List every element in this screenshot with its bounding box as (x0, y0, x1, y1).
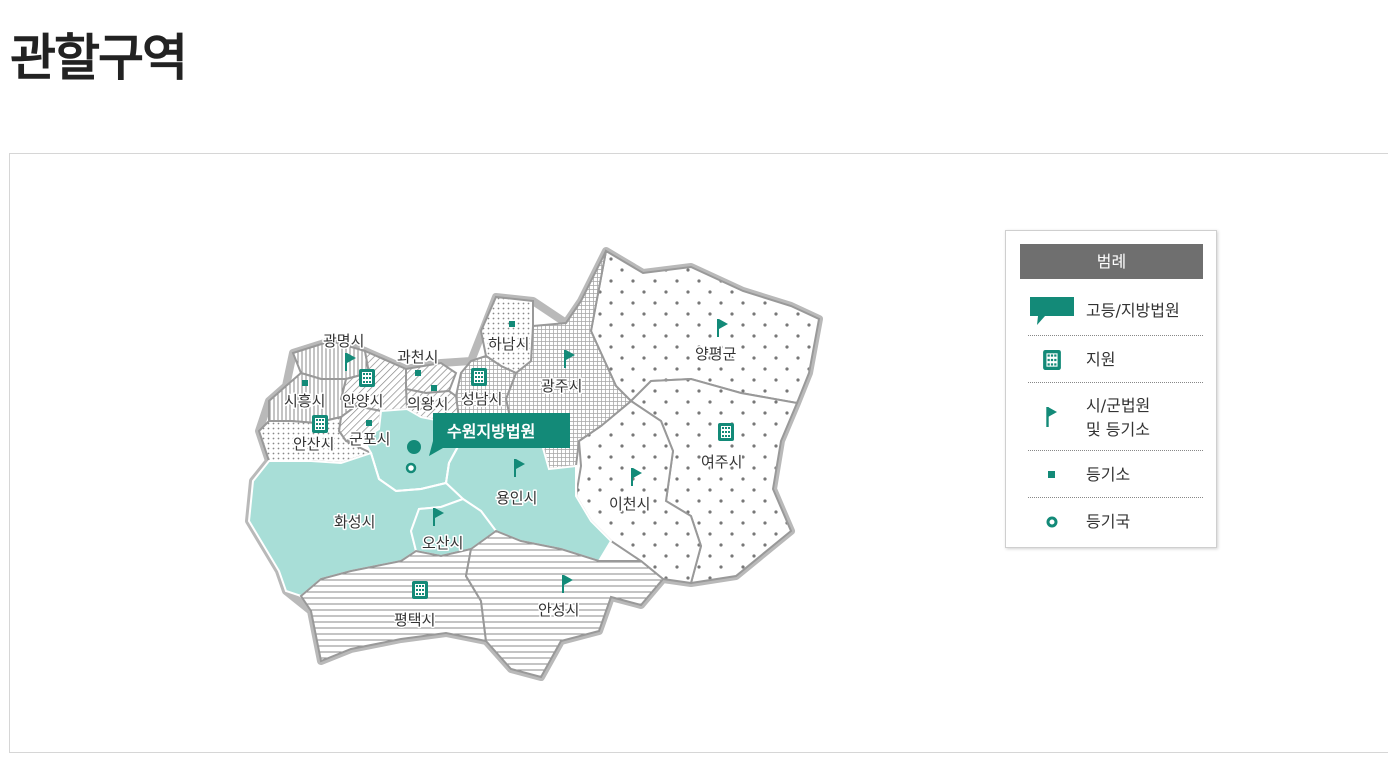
building-icon[interactable] (412, 581, 428, 599)
square-dot-icon[interactable] (366, 420, 372, 426)
region-label-gwacheon: 과천시 (397, 348, 438, 366)
region-label-icheon: 이천시 (609, 495, 650, 513)
region-label-hanam: 하남시 (488, 335, 529, 353)
legend-label-line1: 시/군법원 (1086, 396, 1151, 415)
district-court-dot-icon[interactable] (407, 440, 421, 454)
region-label-pyeongtaek: 평택시 (394, 611, 435, 629)
building-icon[interactable] (718, 423, 734, 441)
legend-item-registry-office: 등기소 (1028, 450, 1203, 498)
ring-icon (1046, 516, 1058, 528)
square-dot-icon[interactable] (415, 370, 421, 376)
region-label-hwaseong: 화성시 (334, 513, 375, 531)
court-speech-bubble-icon (1030, 297, 1074, 325)
legend-title: 범례 (1020, 244, 1203, 279)
region-label-anseong: 안성시 (538, 601, 579, 619)
legend-label: 등기소 (1086, 465, 1131, 484)
square-dot-icon[interactable] (509, 321, 515, 327)
square-dot-icon (1048, 471, 1055, 478)
region-label-osan: 오산시 (422, 534, 463, 552)
square-dot-icon[interactable] (302, 380, 308, 386)
region-label-gunpo: 군포시 (349, 430, 390, 448)
region-label-uiwang: 의왕시 (407, 395, 448, 413)
legend-label-line2: 및 등기소 (1086, 420, 1150, 439)
flag-icon (1046, 407, 1057, 427)
region-label-anyang: 안양시 (342, 392, 383, 410)
legend-label: 지원 (1086, 350, 1116, 369)
legend-label: 고등/지방법원 (1086, 301, 1180, 320)
region-label-yangpyeong: 양평군 (695, 345, 737, 363)
district-court-label: 수원지방법원 (447, 422, 535, 441)
legend-item-district-court: 고등/지방법원 (1028, 291, 1203, 335)
building-icon[interactable] (471, 368, 487, 386)
region-label-ansan: 안산시 (293, 435, 334, 453)
region-label-seongnam: 성남시 (461, 390, 502, 408)
legend-item-city-court: 시/군법원 및 등기소 (1028, 382, 1203, 451)
region-label-gwangju: 광주시 (541, 377, 582, 395)
region-label-yeoju: 여주시 (701, 453, 742, 471)
region-label-siheung: 시흥시 (284, 392, 325, 410)
legend-label: 등기국 (1086, 512, 1131, 531)
region-label-gwangmyeong: 광명시 (323, 332, 364, 350)
ring-icon[interactable] (405, 462, 417, 474)
legend-item-registry-bureau: 등기국 (1028, 497, 1203, 545)
region-label-yongin: 용인시 (496, 489, 537, 507)
building-icon[interactable] (312, 415, 328, 433)
map-panel: 수원지방법원 광명시 과천시 하남시 양평군 광주시 시흥시 안양시 의왕시 성… (9, 153, 1388, 753)
page-title: 관할구역 (10, 29, 188, 87)
legend-box: 범례 고등/지방법원 지원 시/군법원 및 등기소 등기소 등기국 (1005, 230, 1217, 548)
building-icon (1043, 350, 1061, 370)
legend-item-branch-court: 지원 (1028, 335, 1203, 383)
region-yangpyeong[interactable] (589, 249, 821, 405)
square-dot-icon[interactable] (431, 385, 437, 391)
building-icon[interactable] (359, 369, 375, 387)
